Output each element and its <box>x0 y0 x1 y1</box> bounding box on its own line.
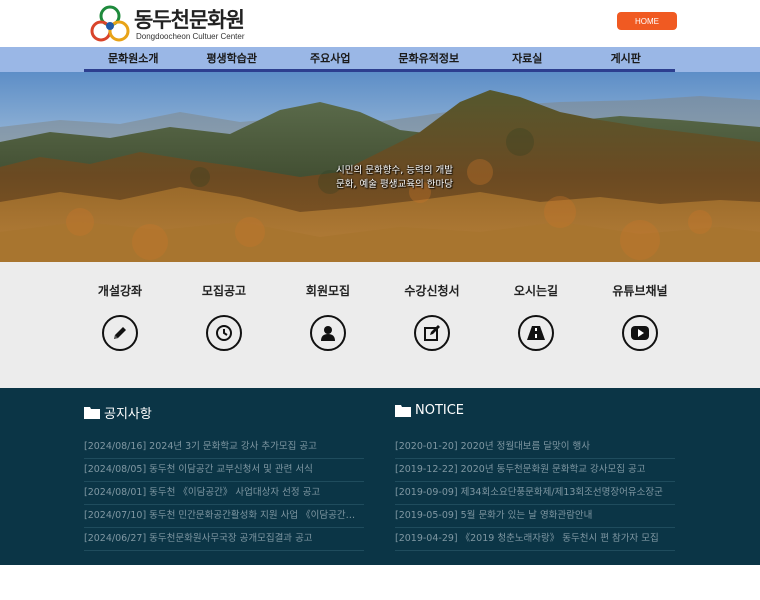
notice-board-title[interactable]: 공지사항 <box>84 403 152 422</box>
quick-item-membership[interactable]: 회원모집 <box>278 262 378 388</box>
quick-item-label: 수강신청서 <box>404 284 460 298</box>
quick-item-courses[interactable]: 개설강좌 <box>70 262 170 388</box>
page-footer <box>0 565 760 600</box>
list-item[interactable]: [2024/07/10] 동두천 민간문화공간활성화 지원 사업 《이담공간》 … <box>84 505 364 528</box>
nav-item-archive[interactable]: 자료실 <box>478 47 577 69</box>
logo-emblem-icon <box>90 5 130 42</box>
list-item[interactable]: [2024/06/27] 동두천문화원사무국장 공개모집결과 공고 <box>84 528 364 551</box>
logo-subtitle: Dongdoocheon Cultuer Center <box>136 32 245 41</box>
nav-item-heritage-info[interactable]: 문화유적정보 <box>380 47 479 69</box>
youtube-icon <box>622 315 658 351</box>
quick-item-application-form[interactable]: 수강신청서 <box>382 262 482 388</box>
nav-item-board[interactable]: 게시판 <box>577 47 676 69</box>
list-item[interactable]: [2019-05-09] 5월 문화가 있는 날 영화관람안내 <box>395 505 675 528</box>
home-button[interactable]: HOME <box>617 12 677 30</box>
quick-item-label: 개설강좌 <box>97 284 143 298</box>
hero-slogan-line1: 시민의 문화향수, 능력의 개발 <box>336 165 453 176</box>
quick-item-label: 오시는길 <box>513 284 559 298</box>
hero-slogan-line2: 문화, 예술 평생교육의 한마당 <box>336 179 453 190</box>
quick-item-recruitment[interactable]: 모집공고 <box>174 262 274 388</box>
user-icon <box>310 315 346 351</box>
notice-board-title-text: 공지사항 <box>104 407 152 422</box>
nav-item-main-projects[interactable]: 주요사업 <box>281 47 380 69</box>
list-item[interactable]: [2019-04-29] 《2019 청춘노래자랑》 동두천시 편 참가자 모집 <box>395 528 675 551</box>
main-nav: 문화원소개 평생학습관 주요사업 문화유적정보 자료실 게시판 <box>0 47 760 72</box>
list-item[interactable]: [2020-01-20] 2020년 정월대보름 달맞이 행사 <box>395 436 675 459</box>
logo-title: 동두천문화원 <box>134 8 245 32</box>
notice-board-title[interactable]: NOTICE <box>395 403 464 418</box>
list-item[interactable]: [2019-12-22] 2020년 동두천문화원 문화학교 강사모집 공고 <box>395 459 675 482</box>
quick-item-label: 유튜브채널 <box>612 284 668 298</box>
notice-list: [2024/08/16] 2024년 3기 문화학교 강사 추가모집 공고 [2… <box>84 436 364 551</box>
notice-board-title-text: NOTICE <box>415 403 465 418</box>
quick-item-directions[interactable]: 오시는길 <box>486 262 586 388</box>
hero-slogan: 시민의 문화향수, 능력의 개발 문화, 예술 평생교육의 한마당 <box>336 164 476 192</box>
folder-icon <box>84 407 100 419</box>
list-item[interactable]: [2024/08/01] 동두천 《이담공간》 사업대상자 선정 공고 <box>84 482 364 505</box>
notice-section: 공지사항 [2024/08/16] 2024년 3기 문화학교 강사 추가모집 … <box>0 388 760 565</box>
list-item[interactable]: [2024/08/05] 동두천 이담공간 교부신청서 및 관련 서식 <box>84 459 364 482</box>
list-item[interactable]: [2024/08/16] 2024년 3기 문화학교 강사 추가모집 공고 <box>84 436 364 459</box>
pencil-icon <box>102 315 138 351</box>
quick-item-youtube[interactable]: 유튜브채널 <box>590 262 690 388</box>
clock-icon <box>206 315 242 351</box>
list-item[interactable]: [2019-09-09] 제34회소요단풍문화제/제13회조선명장어유소장군 <box>395 482 675 505</box>
notice-list: [2020-01-20] 2020년 정월대보름 달맞이 행사 [2019-12… <box>395 436 675 551</box>
nav-item-about[interactable]: 문화원소개 <box>84 47 183 69</box>
nav-item-lifelong-learning[interactable]: 평생학습관 <box>183 47 282 69</box>
main-nav-list: 문화원소개 평생학습관 주요사업 문화유적정보 자료실 게시판 <box>84 47 675 72</box>
edit-icon <box>414 315 450 351</box>
folder-icon <box>395 405 411 417</box>
logo-text: 동두천문화원 Dongdoocheon Cultuer Center <box>134 8 245 42</box>
quick-item-label: 모집공고 <box>201 284 247 298</box>
road-icon <box>518 315 554 351</box>
site-logo[interactable]: 동두천문화원 Dongdoocheon Cultuer Center <box>90 5 250 45</box>
quick-item-label: 회원모집 <box>305 284 351 298</box>
site-header: 동두천문화원 Dongdoocheon Cultuer Center HOME <box>0 0 760 47</box>
quick-menu: 개설강좌 모집공고 회원모집 수강신청서 오시는길 유튜브채널 <box>0 262 760 388</box>
hero-banner: 시민의 문화향수, 능력의 개발 문화, 예술 평생교육의 한마당 <box>0 72 760 262</box>
